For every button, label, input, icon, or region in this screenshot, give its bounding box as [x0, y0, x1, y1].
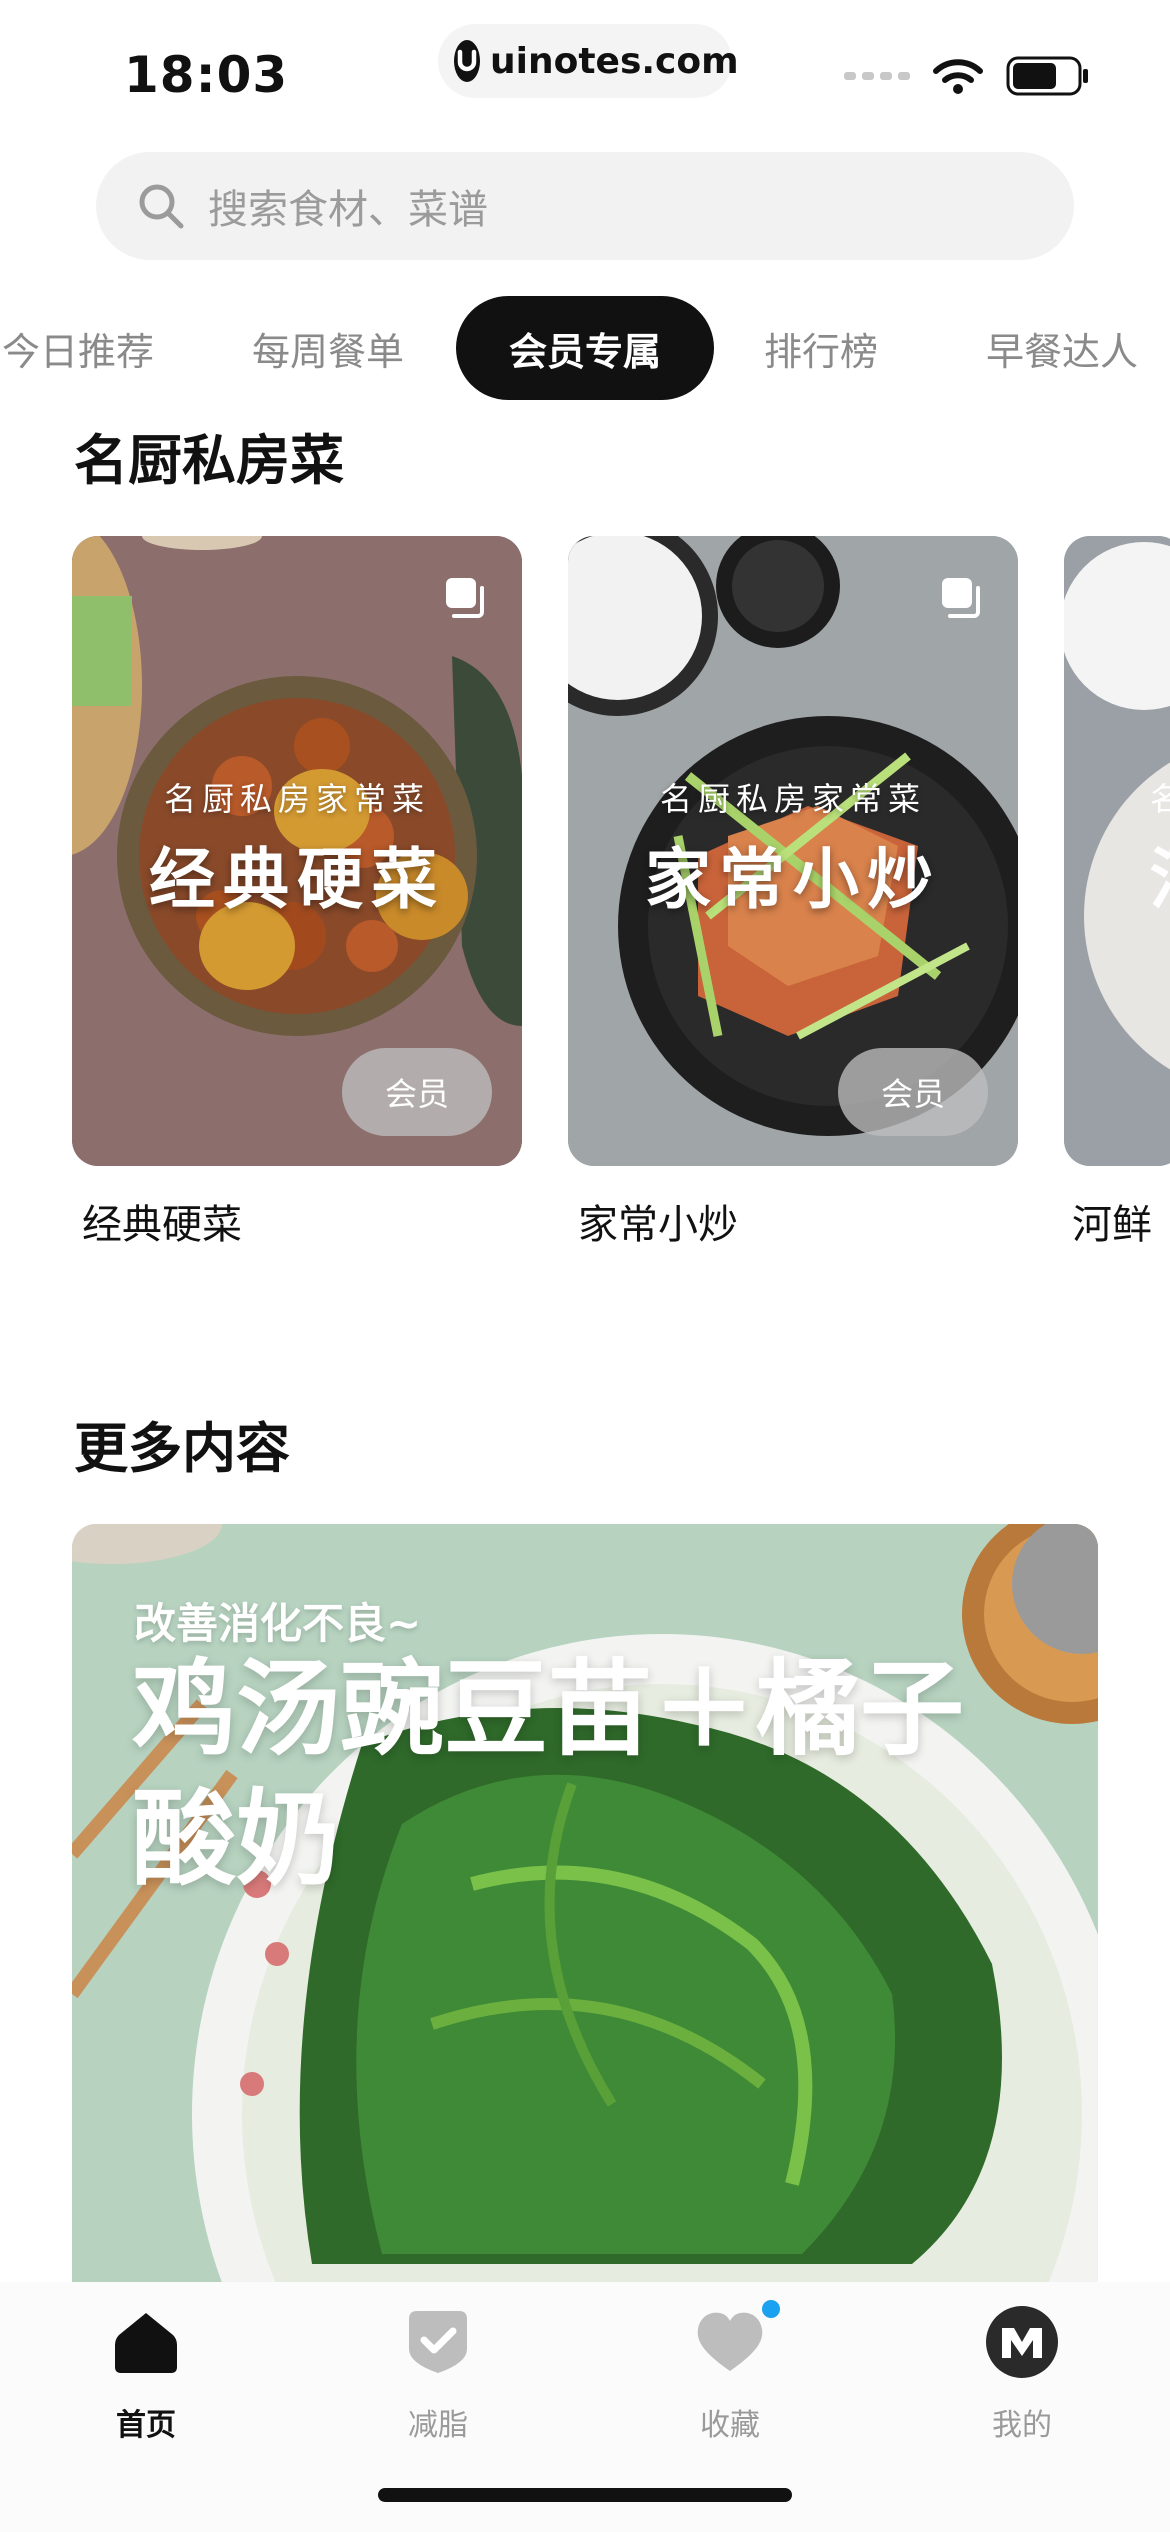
heart-icon [694, 2300, 780, 2382]
wifi-icon [933, 59, 983, 94]
signal-icon [844, 72, 910, 80]
search-input[interactable]: 搜索食材、菜谱 [96, 152, 1074, 260]
recipe-card-river-fresh[interactable]: 名 河 [1064, 536, 1170, 1166]
tab-member[interactable]: 会员专属 [456, 296, 714, 400]
copy-icon [942, 578, 980, 618]
nav-home[interactable]: 首页 [46, 2302, 246, 2462]
recipe-card-hard-dishes[interactable]: 名厨私房家常菜 经典硬菜 会员 [72, 536, 522, 1166]
home-icon [111, 2302, 181, 2382]
nav-home-label: 首页 [116, 2408, 176, 2443]
avatar-icon [986, 2302, 1058, 2382]
nav-profile-label: 我的 [992, 2408, 1052, 2443]
section-title-more: 更多内容 [74, 1417, 290, 1480]
member-badge: 会员 [342, 1048, 492, 1136]
card-title: 家常小炒 [645, 841, 941, 918]
nav-profile[interactable]: 我的 [922, 2302, 1122, 2462]
card-caption[interactable]: 河鲜 [1072, 1192, 1152, 1250]
card-subtitle: 名厨私房家常菜 [659, 780, 926, 818]
tab-breakfast[interactable]: 早餐达人 [972, 296, 1152, 400]
feature-subtitle: 改善消化不良~ [134, 1599, 422, 1648]
home-indicator [378, 2488, 792, 2502]
url-pill[interactable]: uinotes.com [438, 24, 739, 98]
url-text: uinotes.com [490, 40, 739, 82]
recipe-card-stir-fry[interactable]: 名厨私房家常菜 家常小炒 会员 [568, 536, 1018, 1166]
card-title: 河 [1150, 826, 1170, 922]
card-title: 经典硬菜 [149, 841, 445, 918]
category-tabs: 今日推荐 每周餐单 会员专属 排行榜 早餐达人 [0, 296, 1170, 400]
nav-fat-loss[interactable]: 减脂 [338, 2302, 538, 2462]
section-title-chef: 名厨私房菜 [74, 429, 344, 492]
status-bar: 18:03 uinotes.com [0, 0, 1170, 130]
status-icons [844, 56, 1090, 96]
card-subtitle: 名 [1150, 780, 1170, 818]
nav-favorites-label: 收藏 [700, 2408, 760, 2443]
status-time: 18:03 [124, 46, 289, 104]
check-shield-icon [403, 2302, 473, 2382]
member-badge: 会员 [838, 1048, 988, 1136]
feature-title: 鸡汤豌豆苗＋橘子酸奶 [132, 1648, 965, 1900]
card-caption[interactable]: 家常小炒 [578, 1192, 738, 1250]
search-placeholder: 搜索食材、菜谱 [208, 187, 488, 233]
tab-weekly-menu[interactable]: 每周餐单 [240, 296, 416, 400]
nav-fat-loss-label: 减脂 [408, 2408, 468, 2443]
battery-icon [1006, 56, 1088, 96]
copy-icon [446, 578, 484, 618]
tab-ranking[interactable]: 排行榜 [756, 296, 886, 400]
site-logo-icon [454, 40, 480, 82]
card-subtitle: 名厨私房家常菜 [163, 780, 430, 818]
search-icon [139, 184, 184, 229]
notification-dot [762, 2300, 780, 2318]
tab-today[interactable]: 今日推荐 [0, 296, 166, 400]
nav-favorites[interactable]: 收藏 [630, 2300, 830, 2462]
feature-recipe-card[interactable]: 改善消化不良~ 鸡汤豌豆苗＋橘子酸奶 [72, 1524, 1098, 2284]
card-caption[interactable]: 经典硬菜 [82, 1192, 242, 1250]
